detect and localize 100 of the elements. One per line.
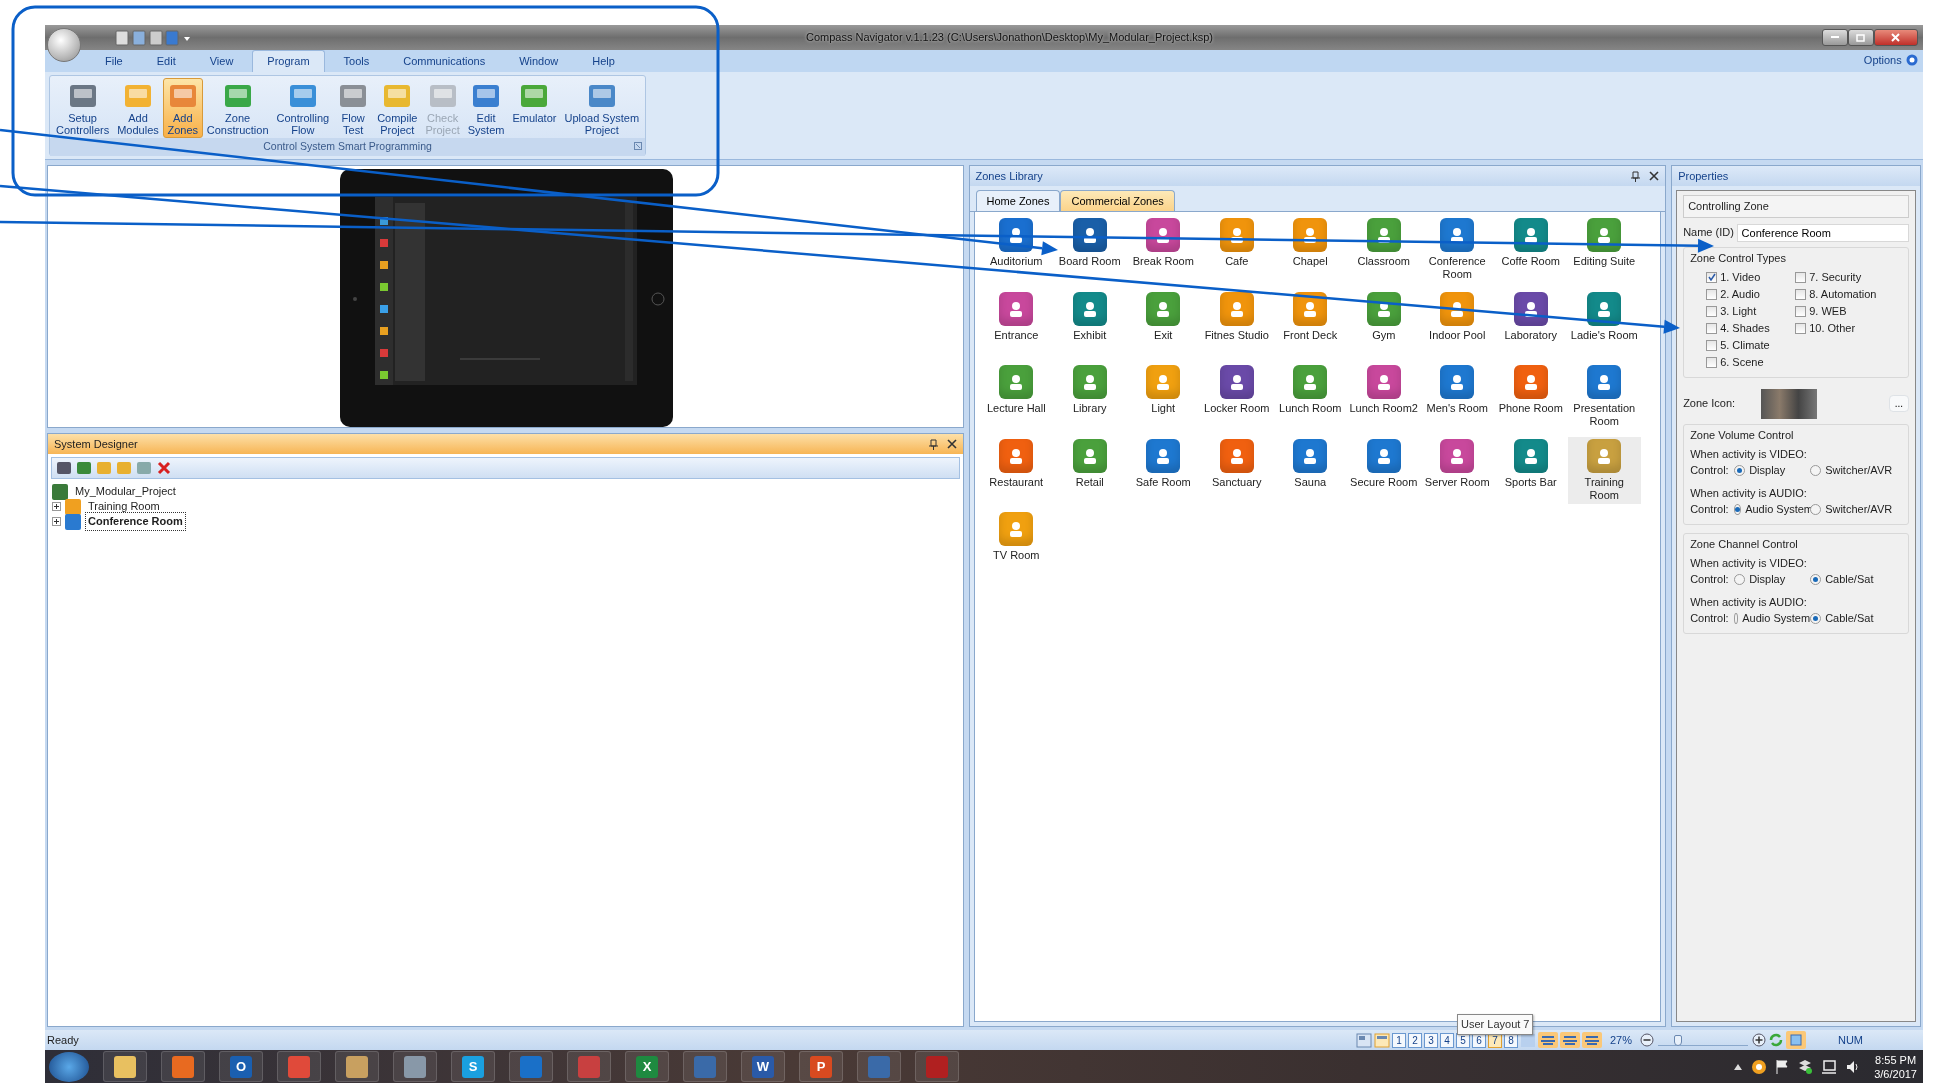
ribbon-button[interactable]: Add Modules [113,78,163,138]
zone-item[interactable]: Phone Room [1494,363,1568,417]
checkbox[interactable] [1706,271,1718,283]
menu-tab[interactable]: Program [252,49,325,72]
zone-item[interactable]: Sports Bar [1494,436,1568,491]
checkbox[interactable] [1706,356,1718,368]
radio-button[interactable] [1734,465,1746,476]
options-button[interactable]: Options [1862,50,1903,70]
slider-thumb[interactable] [1673,1035,1682,1046]
tab[interactable]: Commercial Zones [1060,189,1175,211]
zone-item[interactable]: Presentation Room [1567,363,1641,430]
zone-item[interactable]: Break Room [1126,216,1200,270]
zone-item[interactable]: Lunch Room2 [1347,363,1421,417]
checkbox[interactable] [1706,339,1718,351]
layout-icon[interactable] [1373,1032,1390,1048]
tab[interactable]: Home Zones [975,189,1061,211]
zone-item[interactable]: Lecture Hall [979,363,1053,417]
ribbon-button[interactable]: Emulator [508,78,561,138]
layout-icon[interactable] [1355,1032,1372,1048]
zone-item[interactable]: Training Room [1567,436,1641,504]
start-button[interactable] [49,1051,89,1082]
zone-item[interactable]: Men's Room [1420,363,1494,417]
ribbon-button[interactable]: Zone Construction [202,78,273,138]
layout-button[interactable]: 2 [1407,1032,1422,1048]
help-icon[interactable] [1905,54,1918,66]
maximize-button[interactable] [1847,29,1874,46]
pin-icon[interactable] [927,438,939,450]
zoom-in-button[interactable] [1751,1033,1766,1047]
zone-item[interactable]: Indoor Pool [1420,289,1494,344]
ribbon-button[interactable]: Upload System Project [560,78,644,138]
layout-button[interactable]: 1 [1391,1032,1406,1048]
zone-item[interactable]: Locker Room [1200,363,1274,417]
radio-button[interactable] [1810,504,1822,515]
taskbar-app-button[interactable] [103,1051,147,1082]
checkbox[interactable] [1795,305,1807,317]
taskbar-app-button[interactable]: O [219,1051,263,1082]
close-button[interactable] [1873,29,1918,46]
zone-item[interactable]: Gym [1347,289,1421,344]
radio-button[interactable] [1734,574,1746,585]
zone-item[interactable]: Fitnes Studio [1200,289,1274,344]
menu-tab[interactable]: Communications [388,49,501,72]
zone-item[interactable]: Entrance [979,289,1053,344]
zone-item[interactable]: Editing Suite [1567,216,1641,270]
layers-icon[interactable] [1581,1032,1602,1048]
zone-item[interactable]: Classroom [1347,216,1421,270]
name-field[interactable]: Conference Room [1736,223,1909,242]
ribbon-button[interactable]: Add Zones [162,78,203,138]
zone-item[interactable]: Sanctuary [1200,436,1274,491]
expand-icon[interactable] [52,517,61,526]
checkbox[interactable] [1795,288,1807,300]
taskbar-app-button[interactable] [161,1051,205,1082]
tree-item[interactable]: Conference Room [85,512,186,531]
zone-item[interactable]: Server Room [1420,436,1494,491]
zone-item[interactable]: Auditorium [979,216,1053,270]
zone-item[interactable]: Chapel [1273,216,1347,270]
ribbon-button[interactable]: Flow Test [333,78,374,138]
radio-button[interactable] [1810,574,1822,585]
radio-button[interactable] [1734,504,1742,515]
taskbar-app-button[interactable]: W [741,1051,785,1082]
ribbon-button[interactable]: Edit System [463,78,509,138]
tray-app-icon[interactable] [1750,1058,1767,1075]
network-icon[interactable] [1820,1058,1837,1075]
taskbar-app-button[interactable]: P [799,1051,843,1082]
zone-item[interactable]: Conference Room [1420,216,1494,283]
zone-item[interactable]: Cafe [1200,216,1274,270]
show-hidden-icon[interactable] [1732,1062,1743,1071]
radio-button[interactable] [1810,613,1822,624]
zone-item[interactable]: Restaurant [979,436,1053,491]
refresh-icon[interactable] [1767,1032,1784,1048]
zoom-slider[interactable] [1657,1034,1748,1046]
zone-item[interactable]: Board Room [1053,216,1127,270]
taskbar-app-button[interactable]: X [625,1051,669,1082]
ribbon-button[interactable]: Compile Project [373,78,422,138]
zone-item[interactable]: Coffe Room [1494,216,1568,270]
menu-tab[interactable]: Tools [328,49,385,72]
checkbox[interactable] [1795,322,1807,334]
pin-icon[interactable] [1630,170,1642,182]
close-icon[interactable] [1649,171,1660,181]
zone-item[interactable]: Ladie's Room [1567,289,1641,344]
zone-item[interactable]: Lunch Room [1273,363,1347,417]
zone-item[interactable]: Library [1053,363,1127,417]
app-menu-button[interactable] [47,28,81,62]
menu-tab[interactable]: File [90,49,138,72]
checkbox[interactable] [1706,305,1718,317]
flag-icon[interactable] [1774,1058,1789,1075]
zoom-out-button[interactable] [1639,1033,1654,1047]
ribbon-button[interactable]: Controlling Flow [272,78,334,138]
taskbar-app-button[interactable] [393,1051,437,1082]
taskbar-app-button[interactable] [277,1051,321,1082]
browse-button[interactable]: ... [1889,395,1909,412]
menu-tab[interactable]: View [194,49,249,72]
layers-icon[interactable] [1559,1032,1580,1048]
expand-icon[interactable] [52,502,61,511]
menu-tab[interactable]: Help [577,49,630,72]
zone-item[interactable]: Laboratory [1494,289,1568,344]
minimize-button[interactable] [1821,29,1848,46]
zone-item[interactable]: Safe Room [1126,436,1200,491]
zone-item[interactable]: Exhibit [1053,289,1127,344]
checkbox[interactable] [1706,288,1718,300]
layers-icon[interactable] [1537,1032,1558,1048]
